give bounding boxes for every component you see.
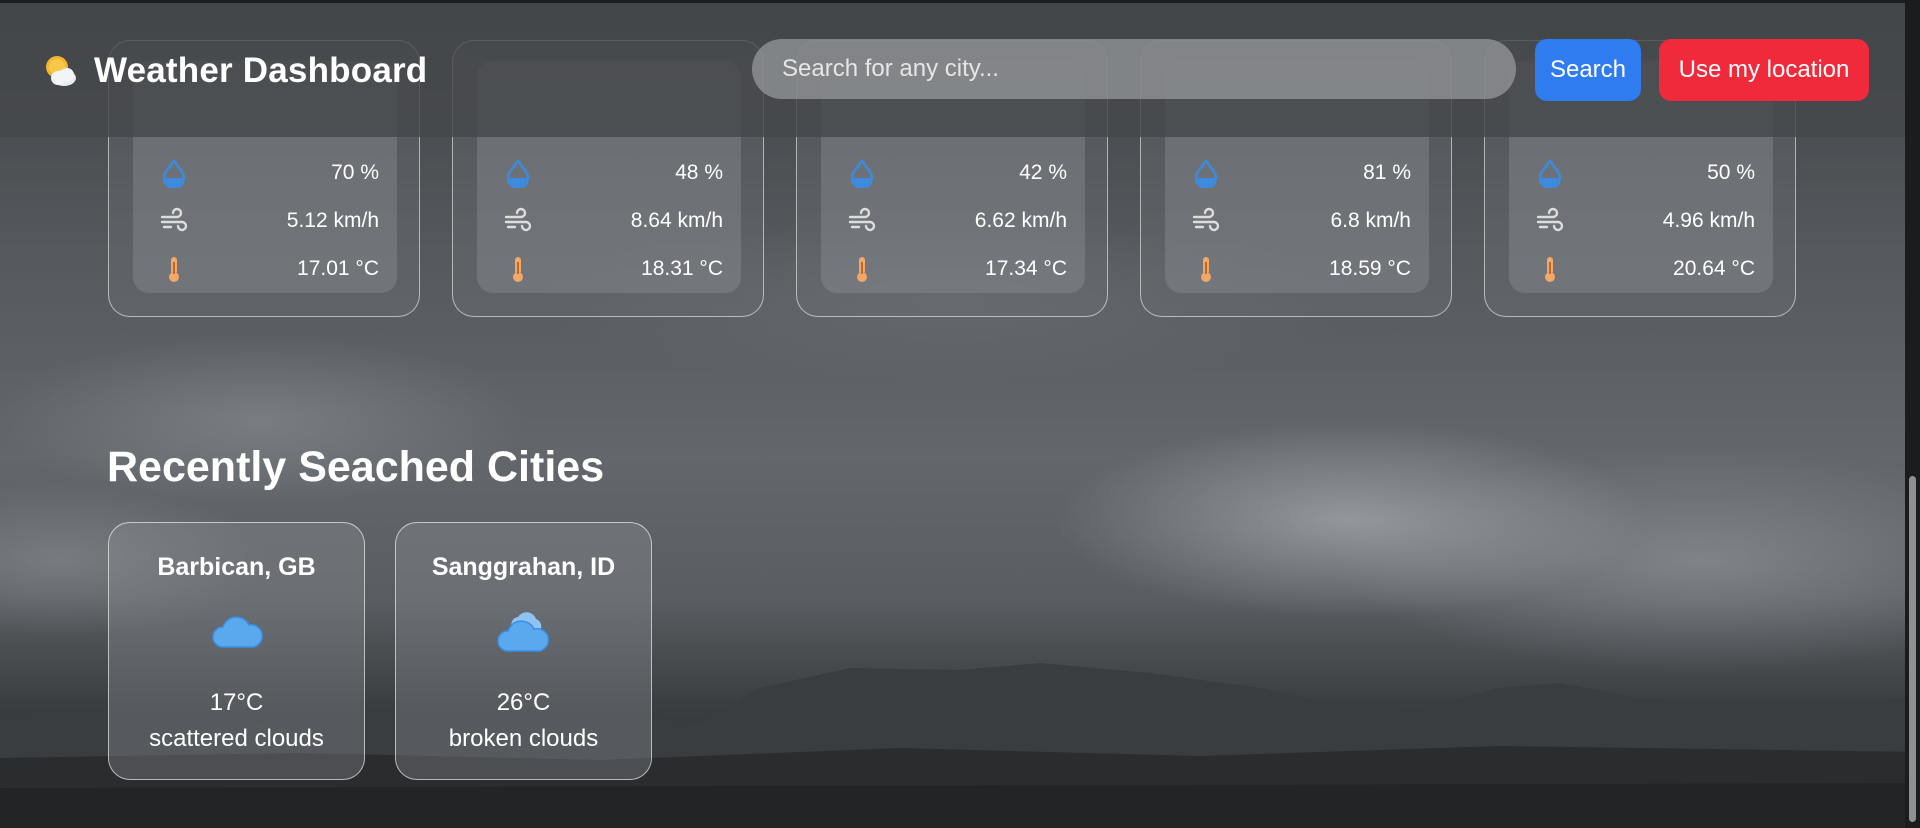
- app-title: Weather Dashboard: [94, 51, 428, 90]
- thermometer-icon: [1201, 257, 1211, 282]
- humidity-row: 81 %: [1191, 155, 1411, 191]
- recent-city-card[interactable]: Barbican, GB 17°C scattered clouds: [108, 522, 365, 780]
- temp-row: 18.31 °C: [503, 251, 723, 287]
- scrollbar-thumb[interactable]: [1909, 476, 1916, 822]
- city-search-input[interactable]: [752, 39, 1516, 99]
- humidity-value: 42 %: [1019, 161, 1067, 184]
- temp-value: 17.34 °C: [985, 257, 1067, 280]
- wind-row: 5.12 km/h: [159, 203, 379, 239]
- wind-icon: [1192, 207, 1220, 232]
- city-name: Barbican, GB: [157, 553, 316, 581]
- dashboard-page: 70 % 5.12 km/h 17.01 °C 48 % 8.64 km/h 1…: [0, 0, 1920, 828]
- use-my-location-button[interactable]: Use my location: [1659, 39, 1869, 101]
- city-name: Sanggrahan, ID: [431, 553, 616, 581]
- humidity-icon: [1194, 158, 1218, 188]
- humidity-row: 42 %: [847, 155, 1067, 191]
- wind-value: 8.64 km/h: [630, 209, 723, 232]
- thermometer-icon: [169, 257, 179, 282]
- top-header: Weather Dashboard Search Use my location: [0, 3, 1905, 137]
- wind-row: 8.64 km/h: [503, 203, 723, 239]
- page-scrollbar[interactable]: [1905, 0, 1920, 828]
- temp-row: 18.59 °C: [1191, 251, 1411, 287]
- temp-value: 17.01 °C: [297, 257, 379, 280]
- humidity-value: 70 %: [331, 161, 379, 184]
- broken-clouds-icon: [496, 612, 549, 652]
- temp-row: 17.34 °C: [847, 251, 1067, 287]
- wind-value: 5.12 km/h: [286, 209, 379, 232]
- humidity-icon: [506, 158, 530, 188]
- temp-value: 18.59 °C: [1329, 257, 1411, 280]
- wind-icon: [1536, 207, 1564, 232]
- humidity-value: 50 %: [1707, 161, 1755, 184]
- wind-row: 6.62 km/h: [847, 203, 1067, 239]
- city-conditions: scattered clouds: [149, 725, 324, 752]
- wind-icon: [848, 207, 876, 232]
- wind-value: 6.62 km/h: [974, 209, 1067, 232]
- wind-icon: [504, 207, 532, 232]
- recent-cities-heading: Recently Seached Cities: [107, 443, 605, 491]
- wind-row: 4.96 km/h: [1535, 203, 1755, 239]
- humidity-value: 48 %: [675, 161, 723, 184]
- cloud-icon: [211, 616, 263, 648]
- city-temperature: 26°C: [496, 689, 551, 716]
- temp-row: 17.01 °C: [159, 251, 379, 287]
- wind-row: 6.8 km/h: [1191, 203, 1411, 239]
- humidity-row: 48 %: [503, 155, 723, 191]
- sun-behind-cloud-icon: [46, 56, 76, 86]
- humidity-icon: [1538, 158, 1562, 188]
- recent-city-card[interactable]: Sanggrahan, ID 26°C broken clouds: [395, 522, 652, 780]
- temp-value: 18.31 °C: [641, 257, 723, 280]
- city-temperature: 17°C: [209, 689, 264, 716]
- temp-value: 20.64 °C: [1673, 257, 1755, 280]
- humidity-row: 70 %: [159, 155, 379, 191]
- humidity-row: 50 %: [1535, 155, 1755, 191]
- humidity-value: 81 %: [1363, 161, 1411, 184]
- wind-icon: [160, 207, 188, 232]
- thermometer-icon: [513, 257, 523, 282]
- humidity-icon: [850, 158, 874, 188]
- city-conditions: broken clouds: [448, 725, 599, 752]
- thermometer-icon: [1545, 257, 1555, 282]
- brand: Weather Dashboard: [40, 51, 427, 91]
- wind-value: 6.8 km/h: [1330, 209, 1411, 232]
- temp-row: 20.64 °C: [1535, 251, 1755, 287]
- search-button[interactable]: Search: [1535, 39, 1641, 101]
- wind-value: 4.96 km/h: [1662, 209, 1755, 232]
- thermometer-icon: [857, 257, 867, 282]
- humidity-icon: [162, 158, 186, 188]
